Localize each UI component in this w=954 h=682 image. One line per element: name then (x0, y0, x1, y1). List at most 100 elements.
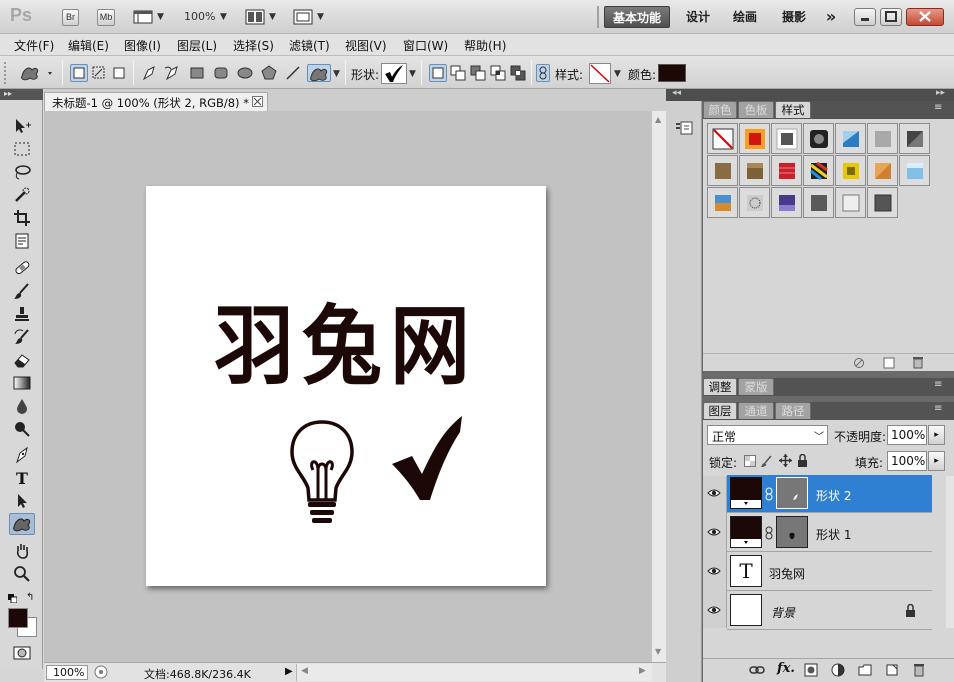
status-menu-arrow[interactable]: ▶ (285, 666, 293, 677)
polygon-tool-button[interactable] (260, 64, 278, 82)
menu-window[interactable]: 窗口(W) (403, 37, 448, 54)
menu-select[interactable]: 选择(S) (233, 37, 274, 54)
clear-style-icon[interactable] (853, 357, 865, 369)
custom-shape-tool-button[interactable] (307, 64, 331, 82)
style-red-stripes[interactable] (771, 155, 802, 186)
hand-tool[interactable] (9, 540, 35, 562)
quick-mask-button[interactable] (9, 642, 35, 664)
eyedropper-tool[interactable] (9, 230, 35, 252)
status-zoom-field[interactable]: 100% (46, 665, 88, 680)
style-texture[interactable] (739, 187, 770, 218)
horizontal-scrollbar[interactable]: ◀ ▶ (296, 664, 652, 681)
menu-edit[interactable]: 编辑(E) (68, 37, 109, 54)
panel-menu-icon[interactable]: ≡ (934, 379, 942, 390)
rounded-rectangle-button[interactable] (212, 64, 230, 82)
more-workspaces-button[interactable]: » (818, 6, 844, 28)
document-canvas[interactable]: 羽兔网 (146, 186, 546, 586)
maximize-button[interactable] (880, 8, 902, 26)
lock-transparent-icon[interactable] (744, 455, 756, 467)
intersect-shape-button[interactable] (489, 64, 507, 82)
link-layers-icon[interactable] (749, 664, 765, 676)
zoom-level-select[interactable]: 100% (184, 10, 215, 23)
chevron-down-icon[interactable]: ▼ (317, 12, 324, 22)
subtract-shape-button[interactable] (469, 64, 487, 82)
expand-dock-icon[interactable]: ▸▸ (936, 88, 945, 98)
new-group-icon[interactable] (858, 663, 872, 677)
style-glow[interactable] (739, 123, 770, 154)
chevron-down-icon[interactable]: ▼ (269, 12, 276, 22)
style-shadow[interactable] (803, 123, 834, 154)
dodge-tool[interactable] (9, 418, 35, 440)
blend-mode-select[interactable]: 正常 ﹀ (707, 425, 828, 445)
style-purple[interactable] (771, 187, 802, 218)
minimize-button[interactable] (854, 8, 876, 26)
zoom-tool[interactable] (9, 563, 35, 585)
style-dark-bevel[interactable] (899, 123, 930, 154)
eye-icon[interactable] (707, 527, 721, 537)
tab-masks[interactable]: 蒙版 (738, 378, 774, 395)
ellipse-tool-button[interactable] (236, 64, 254, 82)
pen-tool-button[interactable] (140, 64, 158, 82)
lock-all-icon[interactable] (797, 454, 808, 467)
collapse-dock-icon[interactable]: ◂◂ (672, 88, 681, 98)
mini-bridge-button[interactable]: Mb (97, 9, 115, 26)
clone-stamp-tool[interactable] (9, 303, 35, 325)
style-frame[interactable] (771, 123, 802, 154)
type-tool[interactable]: T (9, 467, 35, 489)
history-panel-button[interactable] (675, 120, 693, 136)
vertical-scrollbar[interactable]: ▲ ▼ (651, 111, 666, 662)
new-layer-icon[interactable] (885, 663, 899, 677)
menu-file[interactable]: 文件(F) (14, 37, 54, 54)
eye-icon[interactable] (707, 566, 721, 576)
workspace-design[interactable]: 设计 (678, 6, 718, 28)
layer-row[interactable]: 背景 (727, 592, 932, 630)
blur-tool[interactable] (9, 395, 35, 417)
foreground-color-swatch[interactable] (8, 608, 28, 628)
style-outline[interactable] (835, 187, 866, 218)
paths-button[interactable] (90, 64, 108, 82)
close-tab-button[interactable] (252, 96, 263, 107)
add-mask-icon[interactable] (804, 663, 818, 677)
bridge-button[interactable]: Br (62, 9, 79, 26)
tab-color[interactable]: 颜色 (703, 101, 737, 118)
style-sky[interactable] (899, 155, 930, 186)
toolbox-collapse[interactable]: ▸▸ (0, 89, 43, 100)
document-tab[interactable]: 未标题-1 @ 100% (形状 2, RGB/8) * (44, 92, 268, 111)
line-tool-button[interactable] (284, 64, 302, 82)
swap-colors-icon[interactable]: ↰ (26, 592, 34, 603)
style-gray[interactable] (867, 123, 898, 154)
menu-image[interactable]: 图像(I) (124, 37, 161, 54)
chevron-down-icon[interactable]: ▼ (333, 69, 340, 79)
arrange-documents-button[interactable] (245, 9, 265, 25)
layer-row[interactable]: T 羽兔网 (727, 553, 932, 591)
shape-layers-button[interactable] (70, 64, 88, 82)
eraser-tool[interactable] (9, 349, 35, 371)
tab-layers[interactable]: 图层 (703, 402, 737, 419)
menu-filter[interactable]: 滤镜(T) (289, 37, 330, 54)
chevron-down-icon[interactable]: ▼ (157, 12, 164, 22)
crop-tool[interactable] (9, 207, 35, 229)
workspace-essentials[interactable]: 基本功能 (604, 6, 670, 28)
tab-paths[interactable]: 路径 (775, 402, 811, 419)
workspace-painting[interactable]: 绘画 (725, 6, 765, 28)
create-new-shape-button[interactable] (429, 64, 447, 82)
default-colors-icon[interactable] (8, 594, 17, 603)
workspace-photography[interactable]: 摄影 (774, 6, 814, 28)
screen-mode-button[interactable] (293, 9, 313, 25)
scroll-right-icon[interactable]: ▶ (639, 666, 646, 676)
chevron-down-icon[interactable]: ▼ (220, 12, 227, 22)
opacity-field[interactable]: 100% (887, 425, 927, 445)
panel-menu-icon[interactable]: ≡ (934, 102, 942, 113)
view-extras-button[interactable] (133, 9, 153, 25)
style-picker[interactable] (589, 63, 611, 84)
panel-menu-icon[interactable]: ≡ (934, 403, 942, 414)
add-to-shape-button[interactable] (449, 64, 467, 82)
tab-styles[interactable]: 样式 (775, 101, 811, 118)
style-dark-gray[interactable] (803, 187, 834, 218)
style-brown[interactable] (707, 155, 738, 186)
pen-tool[interactable] (9, 444, 35, 466)
exclude-shape-button[interactable] (509, 64, 527, 82)
move-tool[interactable] (9, 115, 35, 137)
history-brush-tool[interactable] (9, 326, 35, 348)
style-rainbow[interactable] (803, 155, 834, 186)
